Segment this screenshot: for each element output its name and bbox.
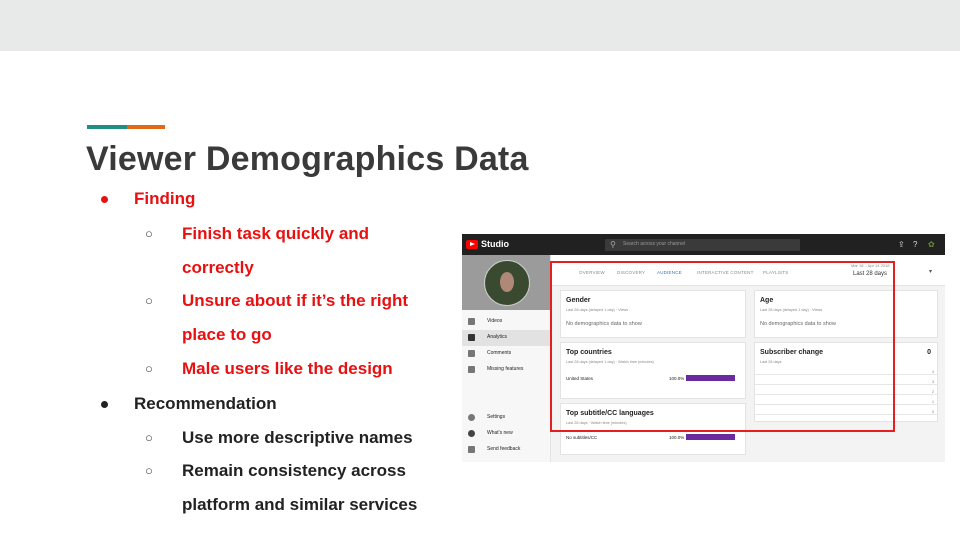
channel-avatar[interactable]: [484, 260, 530, 306]
finding-item: Male users like the design: [182, 359, 393, 378]
account-avatar-icon[interactable]: ✿: [928, 240, 935, 249]
finding-item: Unsure about if it’s the right: [182, 291, 409, 310]
sidebar-item-label: Comments: [487, 350, 512, 356]
sub-bullet-ring: ○: [145, 293, 153, 308]
bullet-finding: Finding: [134, 189, 196, 208]
axis-tick: 1: [932, 400, 934, 404]
sidebar-item-label: Send feedback: [487, 446, 521, 452]
search-icon: ⚲: [610, 240, 616, 249]
recommendation-item: Remain consistency across: [182, 461, 406, 480]
studio-sidebar: Videos Analytics Comments Missing featur…: [462, 255, 551, 462]
channel-header: [462, 255, 550, 310]
accent-bar-teal: [87, 125, 127, 129]
search-placeholder: Search across your channel: [623, 241, 685, 247]
highlight-box: [550, 261, 895, 432]
sub-bullet-ring: ○: [145, 430, 153, 445]
sidebar-item-whats-new[interactable]: What's new: [462, 426, 550, 442]
sidebar-item-missing-features[interactable]: Missing features: [462, 362, 550, 378]
sidebar-item-label: Missing features: [487, 366, 524, 372]
recommendation-item: platform and similar services: [182, 495, 418, 514]
videos-icon: [468, 318, 475, 325]
axis-tick: 2: [932, 390, 934, 394]
subscriber-value: 0: [927, 349, 931, 356]
gear-icon: [468, 414, 475, 421]
comments-icon: [468, 350, 475, 357]
axis-tick: 3: [932, 380, 934, 384]
bullet-dot: [101, 196, 108, 203]
finding-item: Finish task quickly and: [182, 224, 370, 243]
youtube-logo-icon[interactable]: [466, 240, 478, 249]
accent-bar-orange: [127, 125, 165, 129]
language-label: No subtitles/CC: [566, 435, 598, 440]
analytics-icon: [468, 334, 475, 341]
sidebar-item-send-feedback[interactable]: Send feedback: [462, 442, 550, 458]
finding-item: correctly: [182, 258, 254, 277]
bullet-dot: [101, 401, 108, 408]
studio-app-name: Studio: [481, 239, 509, 249]
language-bar: [686, 434, 735, 440]
help-icon[interactable]: ?: [913, 240, 917, 249]
slide-title: Viewer Demographics Data: [86, 140, 529, 178]
bullet-recommendation: Recommendation: [134, 394, 277, 413]
axis-tick: 0: [932, 410, 934, 414]
info-icon: [468, 430, 475, 437]
upload-icon[interactable]: ⇪: [898, 240, 905, 249]
sidebar-item-analytics[interactable]: Analytics: [462, 330, 550, 346]
finding-item: place to go: [182, 325, 272, 344]
studio-topbar: Studio ⚲ Search across your channel ⇪ ? …: [462, 234, 945, 255]
sub-bullet-ring: ○: [145, 361, 153, 376]
sidebar-item-label: Analytics: [487, 334, 508, 340]
language-percent: 100.0%: [669, 435, 685, 440]
sidebar-item-label: Videos: [487, 318, 503, 324]
sidebar-item-settings[interactable]: Settings: [462, 410, 550, 426]
studio-screenshot: Studio ⚲ Search across your channel ⇪ ? …: [462, 234, 945, 462]
axis-tick: 4: [932, 370, 934, 374]
feedback-icon: [468, 446, 475, 453]
sidebar-item-label: Settings: [487, 414, 506, 420]
sub-bullet-ring: ○: [145, 226, 153, 241]
sidebar-item-videos[interactable]: Videos: [462, 314, 550, 330]
recommendation-item: Use more descriptive names: [182, 428, 413, 447]
chevron-down-icon[interactable]: ▾: [929, 268, 932, 275]
sidebar-item-comments[interactable]: Comments: [462, 346, 550, 362]
sub-bullet-ring: ○: [145, 463, 153, 478]
missing-features-icon: [468, 366, 475, 373]
sidebar-item-label: What's new: [487, 430, 513, 436]
search-input[interactable]: ⚲ Search across your channel: [605, 239, 800, 251]
top-band: [0, 0, 960, 51]
